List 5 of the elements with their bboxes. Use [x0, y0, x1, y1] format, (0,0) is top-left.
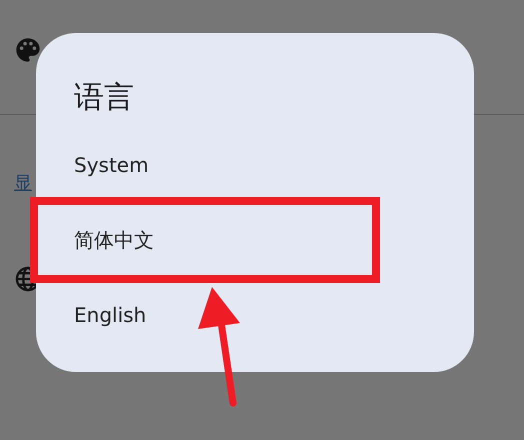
palette-icon — [14, 36, 42, 64]
dialog-title: 语言 — [74, 79, 134, 117]
language-option[interactable]: 简体中文 — [74, 202, 436, 278]
language-option[interactable]: English — [74, 277, 436, 352]
language-option[interactable]: System — [74, 128, 436, 203]
